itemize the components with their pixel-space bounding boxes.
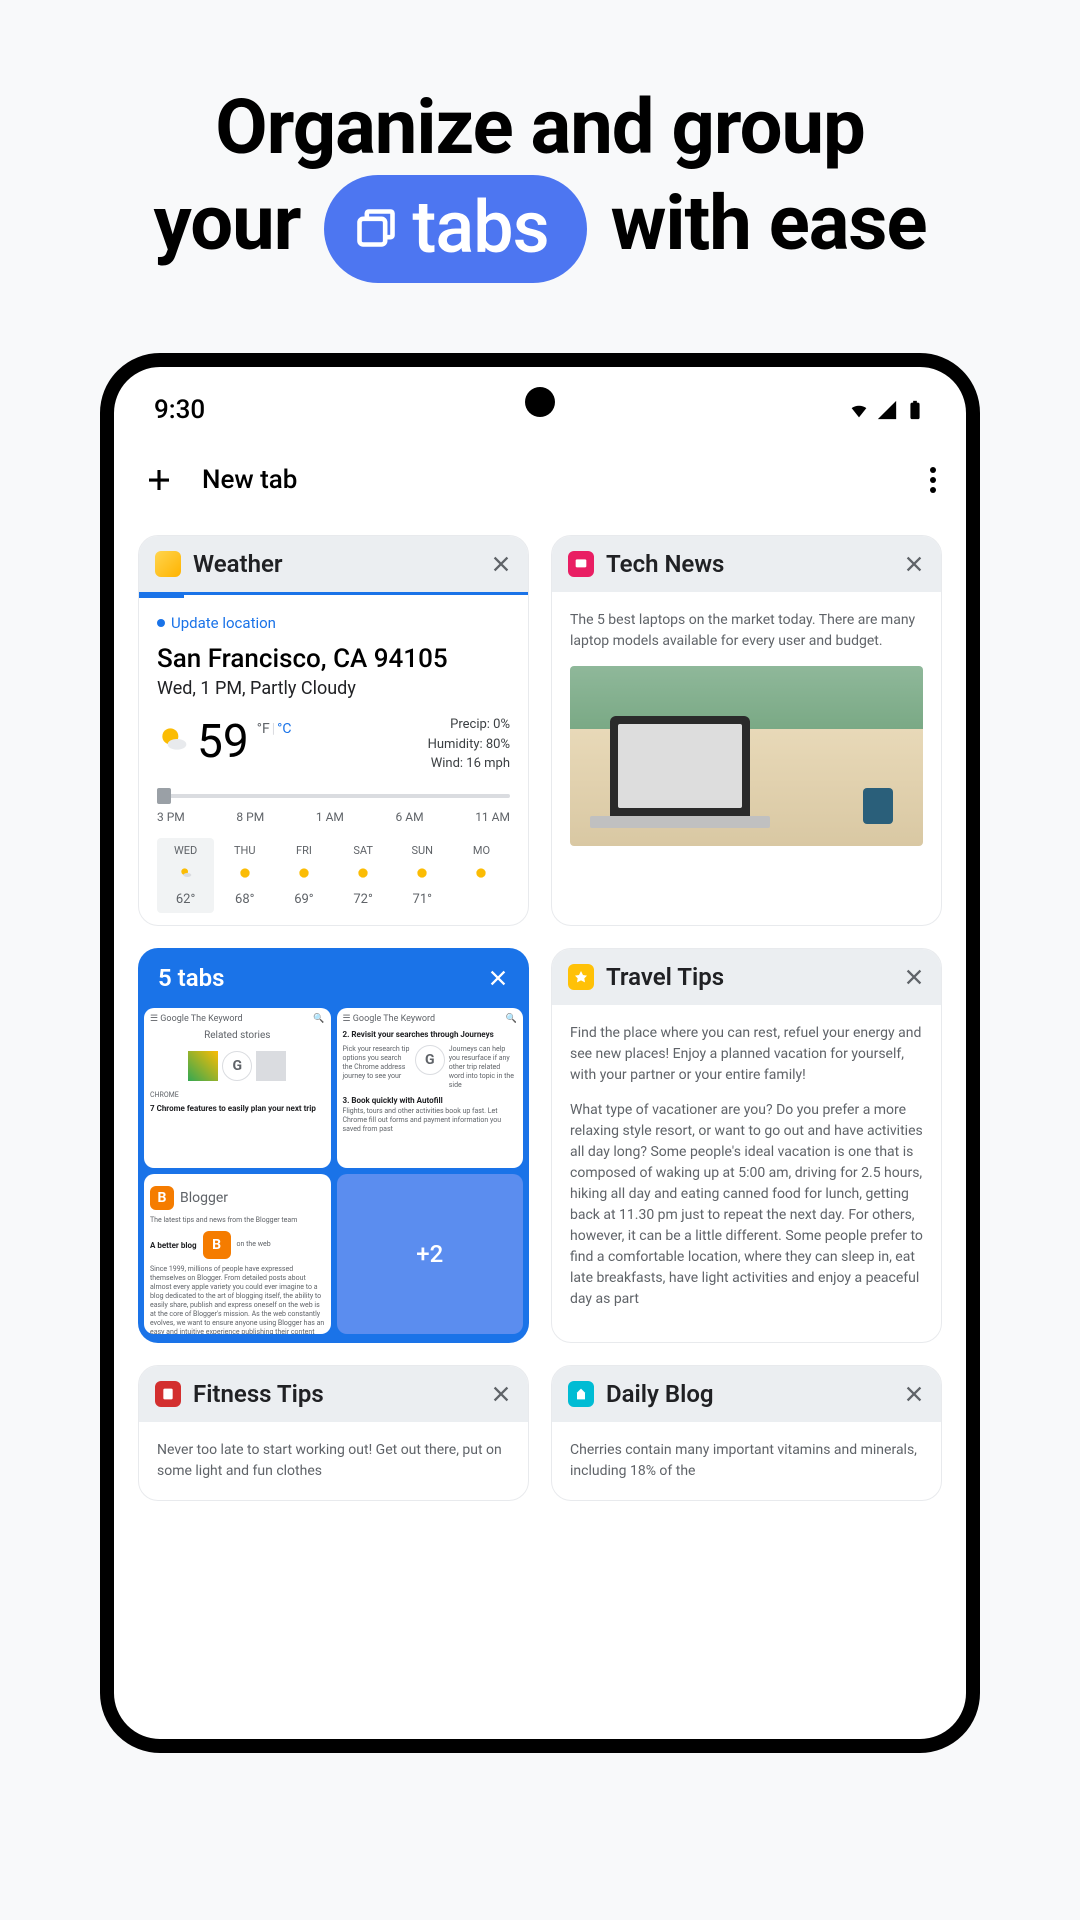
hero-line1: Organize and group (215, 82, 865, 172)
close-tab-button[interactable] (903, 553, 925, 575)
weather-subtitle: Wed, 1 PM, Partly Cloudy (157, 678, 510, 699)
tab-daily-blog[interactable]: Daily Blog Cherries contain many importa… (551, 1365, 942, 1501)
travel-favicon-icon (568, 964, 594, 990)
daily-body: Cherries contain many important vitamins… (552, 1422, 941, 1500)
tab-group[interactable]: 5 tabs ☰ Google The Keyword 🔍 Related st… (138, 948, 529, 1343)
group-thumb[interactable]: BBlogger The latest tips and news from t… (144, 1174, 331, 1334)
close-tab-button[interactable] (490, 1383, 512, 1405)
tab-tech-news[interactable]: Tech News The 5 best laptops on the mark… (551, 535, 942, 926)
tab-title: Tech News (606, 550, 891, 578)
tab-fitness-tips[interactable]: Fitness Tips Never too late to start wor… (138, 1365, 529, 1501)
tech-body-text: The 5 best laptops on the market today. … (570, 610, 923, 652)
close-tab-button[interactable] (490, 553, 512, 575)
tab-title: Daily Blog (606, 1380, 891, 1408)
tabs-grid: Weather Update location San Francisco, C… (114, 519, 966, 1517)
time-slider[interactable] (157, 794, 510, 798)
tabs-pill: tabs (324, 175, 586, 283)
tab-title: Weather (193, 550, 478, 578)
group-thumb[interactable]: ☰ Google The Keyword 🔍 Related stories G… (144, 1008, 331, 1168)
forecast-row: WED62° THU68° FRI69° SAT72° SUN71° MO (157, 838, 510, 913)
tabs-icon (354, 206, 398, 250)
hero-your: your (154, 178, 301, 268)
weather-details: Precip: 0% Humidity: 80% Wind: 16 mph (428, 715, 510, 774)
phone-frame: 9:30 New tab Weather Update location San… (100, 353, 980, 1753)
tab-weather[interactable]: Weather Update location San Francisco, C… (138, 535, 529, 926)
overflow-menu-button[interactable] (930, 467, 936, 493)
current-temp: 59 (197, 715, 249, 769)
update-location-link[interactable]: Update location (157, 614, 510, 632)
toolbar-title: New tab (202, 465, 297, 495)
signal-icon (876, 399, 898, 421)
hero-ease: with ease (611, 178, 927, 268)
fitness-favicon-icon (155, 1381, 181, 1407)
battery-icon (904, 399, 926, 421)
laptop-image (570, 666, 923, 846)
camera-notch (525, 387, 555, 417)
tabs-toolbar: New tab (114, 435, 966, 519)
group-title: 5 tabs (158, 964, 224, 992)
group-overflow[interactable]: +2 (337, 1174, 524, 1334)
weather-favicon-icon (155, 551, 181, 577)
travel-p2: What type of vacationer are you? Do you … (570, 1100, 923, 1310)
group-thumb[interactable]: ☰ Google The Keyword 🔍 2. Revisit your s… (337, 1008, 524, 1168)
hero-banner: Organize and group your tabs with ease (0, 0, 1080, 333)
daily-favicon-icon (568, 1381, 594, 1407)
new-tab-button[interactable] (144, 465, 174, 495)
unit-toggle[interactable]: °F|°C (257, 721, 292, 737)
wifi-icon (848, 399, 870, 421)
close-tab-button[interactable] (903, 966, 925, 988)
close-group-button[interactable] (487, 967, 509, 989)
tab-travel-tips[interactable]: Travel Tips Find the place where you can… (551, 948, 942, 1343)
tab-title: Travel Tips (606, 963, 891, 991)
tab-title: Fitness Tips (193, 1380, 478, 1408)
travel-p1: Find the place where you can rest, refue… (570, 1023, 923, 1086)
status-time: 9:30 (154, 395, 205, 425)
fitness-body: Never too late to start working out! Get… (139, 1422, 528, 1500)
hours-row: 3 PM8 PM1 AM6 AM11 AM (157, 810, 510, 824)
pill-label: tabs (412, 183, 548, 273)
close-tab-button[interactable] (903, 1383, 925, 1405)
weather-city: San Francisco, CA 94105 (157, 644, 510, 674)
tech-favicon-icon (568, 551, 594, 577)
partly-cloudy-icon (157, 723, 189, 755)
